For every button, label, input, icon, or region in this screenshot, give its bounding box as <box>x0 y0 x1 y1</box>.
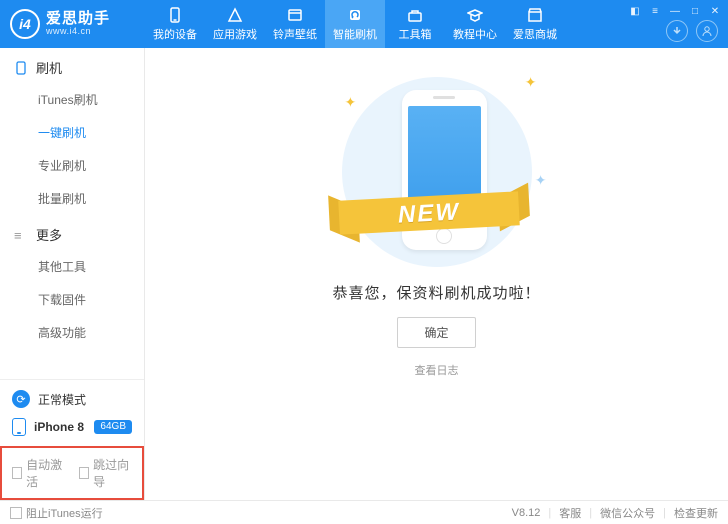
sidebar-group-title: 刷机 <box>36 58 62 77</box>
nav-label: 工具箱 <box>399 26 432 42</box>
sidebar-group-flash[interactable]: 刷机 <box>0 48 144 83</box>
sidebar: 刷机 iTunes刷机 一键刷机 专业刷机 批量刷机 ≡ 更多 其他工具 下载固… <box>0 48 145 500</box>
nav-label: 应用游戏 <box>213 26 257 42</box>
sidebar-group-title: 更多 <box>36 225 62 244</box>
checkbox-auto-activate[interactable]: 自动激活 <box>12 456 65 490</box>
view-log-link[interactable]: 查看日志 <box>415 362 459 378</box>
nav-my-device[interactable]: 我的设备 <box>145 0 205 48</box>
checkbox-label: 跳过向导 <box>93 456 132 490</box>
phone-icon <box>166 6 184 24</box>
sidebar-item-advanced[interactable]: 高级功能 <box>0 316 144 349</box>
maximize-icon[interactable]: □ <box>688 4 702 18</box>
download-button[interactable] <box>666 20 688 42</box>
sidebar-item-download-firmware[interactable]: 下载固件 <box>0 283 144 316</box>
support-link[interactable]: 客服 <box>559 505 581 521</box>
nav-label: 我的设备 <box>153 26 197 42</box>
success-message: 恭喜您，保资料刷机成功啦！ <box>332 282 540 303</box>
checkbox-skip-wizard[interactable]: 跳过向导 <box>79 456 132 490</box>
store-icon <box>526 6 544 24</box>
flash-icon <box>346 6 364 24</box>
device-icon <box>12 418 26 436</box>
minimize-icon[interactable]: — <box>668 4 682 18</box>
device-info[interactable]: iPhone 8 64GB <box>0 418 144 446</box>
flash-options: 自动激活 跳过向导 <box>0 446 144 500</box>
sidebar-item-batch-flash[interactable]: 批量刷机 <box>0 182 144 215</box>
menu-icon[interactable]: ≡ <box>648 4 662 18</box>
mode-label: 正常模式 <box>38 391 86 408</box>
nav-label: 铃声壁纸 <box>273 26 317 42</box>
success-illustration: ✦✦✦ NEW <box>327 72 547 272</box>
sidebar-item-itunes-flash[interactable]: iTunes刷机 <box>0 83 144 116</box>
nav-store[interactable]: 爱思商城 <box>505 0 565 48</box>
skin-icon[interactable]: ◧ <box>628 4 642 18</box>
sidebar-item-pro-flash[interactable]: 专业刷机 <box>0 149 144 182</box>
device-mode[interactable]: ⟳ 正常模式 <box>0 379 144 418</box>
device-outline-icon <box>14 61 28 75</box>
ok-button[interactable]: 确定 <box>397 317 475 348</box>
nav-toolbox[interactable]: 工具箱 <box>385 0 445 48</box>
nav-label: 智能刷机 <box>333 26 377 42</box>
logo-icon: i4 <box>10 9 40 39</box>
toolbox-icon <box>406 6 424 24</box>
storage-badge: 64GB <box>94 420 132 434</box>
new-ribbon: NEW <box>339 182 519 242</box>
refresh-icon: ⟳ <box>12 390 30 408</box>
wechat-link[interactable]: 微信公众号 <box>600 505 655 521</box>
version-label: V8.12 <box>512 507 541 519</box>
nav-ringtone-wallpaper[interactable]: 铃声壁纸 <box>265 0 325 48</box>
status-bar: 阻止iTunes运行 V8.12 | 客服 | 微信公众号 | 检查更新 <box>0 500 728 524</box>
window-controls: ◧ ≡ — □ ✕ <box>628 4 722 18</box>
sidebar-group-more[interactable]: ≡ 更多 <box>0 215 144 250</box>
app-subtitle: www.i4.cn <box>46 27 110 37</box>
checkbox-label: 阻止iTunes运行 <box>26 505 103 521</box>
app-header: i4 爱思助手 www.i4.cn 我的设备 应用游戏 铃声壁纸 智能刷机 工具… <box>0 0 728 48</box>
app-title: 爱思助手 <box>46 11 110 28</box>
checkbox-block-itunes[interactable]: 阻止iTunes运行 <box>10 505 103 521</box>
check-update-link[interactable]: 检查更新 <box>674 505 718 521</box>
account-button[interactable] <box>696 20 718 42</box>
close-icon[interactable]: ✕ <box>708 4 722 18</box>
graduation-icon <box>466 6 484 24</box>
device-name: iPhone 8 <box>34 420 84 434</box>
more-icon: ≡ <box>14 228 28 242</box>
media-icon <box>286 6 304 24</box>
checkbox-label: 自动激活 <box>26 456 65 490</box>
nav-apps-games[interactable]: 应用游戏 <box>205 0 265 48</box>
sidebar-item-oneclick-flash[interactable]: 一键刷机 <box>0 116 144 149</box>
app-logo: i4 爱思助手 www.i4.cn <box>0 9 145 39</box>
apps-icon <box>226 6 244 24</box>
main-content: ✦✦✦ NEW 恭喜您，保资料刷机成功啦！ 确定 查看日志 <box>145 48 728 500</box>
nav-label: 爱思商城 <box>513 26 557 42</box>
top-nav: 我的设备 应用游戏 铃声壁纸 智能刷机 工具箱 教程中心 爱思商城 <box>145 0 565 48</box>
nav-tutorials[interactable]: 教程中心 <box>445 0 505 48</box>
sidebar-item-other-tools[interactable]: 其他工具 <box>0 250 144 283</box>
nav-smart-flash[interactable]: 智能刷机 <box>325 0 385 48</box>
nav-label: 教程中心 <box>453 26 497 42</box>
